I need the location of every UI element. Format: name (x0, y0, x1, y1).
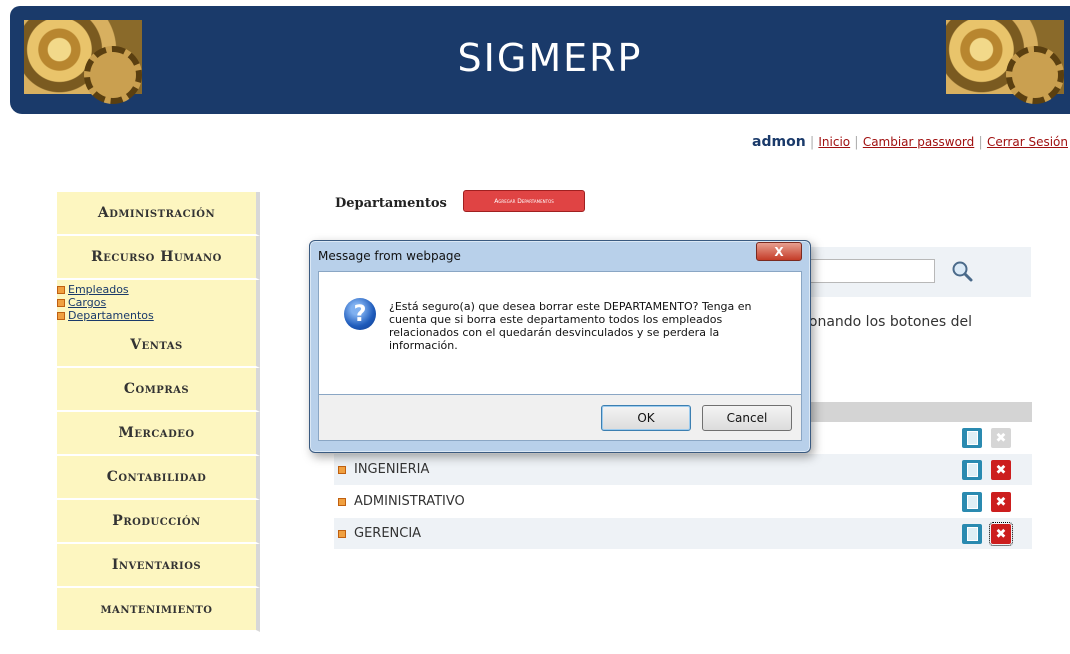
delete-icon[interactable]: ✖ (989, 522, 1013, 546)
ok-button[interactable]: OK (601, 405, 691, 431)
menu-item-recurso-humano[interactable]: Recurso Humano (57, 236, 260, 280)
table-row: INGENIERIA ✖ (334, 454, 1032, 485)
menu-item-contabilidad[interactable]: Contabilidad (57, 456, 260, 500)
dialog-title: Message from webpage (318, 249, 461, 263)
gear-logo-right (946, 20, 1064, 104)
table-row: GERENCIA ✖ (334, 518, 1032, 549)
app-title: SIGMERP (457, 36, 643, 80)
department-name: GERENCIA (354, 526, 422, 541)
bullet-icon (338, 465, 346, 474)
menu-item-administracion[interactable]: Administración (57, 192, 260, 236)
sidebar: Administración Recurso Humano Empleados … (57, 192, 260, 632)
confirm-dialog: Message from webpage X ? ¿Está seguro(a)… (309, 240, 811, 453)
menu-item-inventarios[interactable]: Inventarios (57, 544, 260, 588)
page-title: Departamentos (335, 196, 447, 211)
menu-item-ventas[interactable]: Ventas (57, 324, 260, 368)
question-icon: ? (344, 298, 376, 330)
edit-icon[interactable] (962, 460, 982, 480)
user-bar: admon | Inicio | Cambiar password | Cerr… (752, 134, 1068, 150)
search-input[interactable] (810, 259, 935, 283)
search-icon[interactable] (950, 259, 974, 283)
separator: | (978, 135, 983, 150)
bullet-icon (338, 529, 346, 538)
edit-icon[interactable] (962, 492, 982, 512)
edit-icon[interactable] (962, 428, 982, 448)
dialog-message: ¿Está seguro(a) que desea borrar este DE… (389, 300, 752, 352)
submenu-item-departamentos[interactable]: Departamentos (57, 309, 256, 322)
menu-item-produccion[interactable]: Producción (57, 500, 260, 544)
delete-icon[interactable]: ✖ (991, 460, 1011, 480)
menu-item-mercadeo[interactable]: Mercadeo (57, 412, 260, 456)
department-name: INGENIERIA (354, 462, 430, 477)
submenu-item-empleados[interactable]: Empleados (57, 283, 256, 296)
bullet-icon (57, 285, 65, 294)
home-link[interactable]: Inicio (818, 135, 850, 149)
submenu-recurso-humano: Empleados Cargos Departamentos (57, 280, 260, 324)
delete-icon[interactable]: ✖ (991, 428, 1011, 448)
username: admon (752, 134, 806, 150)
site-header: SIGMERP (10, 6, 1070, 114)
bullet-icon (57, 311, 65, 320)
separator: | (809, 135, 815, 150)
dialog-body: ? ¿Está seguro(a) que desea borrar este … (318, 271, 802, 395)
logout-link[interactable]: Cerrar Sesión (987, 135, 1068, 149)
table-row: ADMINISTRATIVO ✖ (334, 486, 1032, 517)
change-password-link[interactable]: Cambiar password (863, 135, 974, 149)
delete-icon[interactable]: ✖ (991, 492, 1011, 512)
submenu-item-cargos[interactable]: Cargos (57, 296, 256, 309)
separator: | (854, 135, 859, 150)
menu-item-compras[interactable]: Compras (57, 368, 260, 412)
dialog-footer: OK Cancel (318, 395, 802, 441)
add-department-button[interactable]: Agregar Departamentos (463, 190, 585, 212)
edit-icon[interactable] (962, 524, 982, 544)
bullet-icon (338, 497, 346, 506)
help-text: ionando los botones del (805, 314, 973, 330)
menu-item-mantenimiento[interactable]: mantenimiento (57, 588, 260, 632)
bullet-icon (57, 298, 65, 307)
department-name: ADMINISTRATIVO (354, 494, 465, 509)
gear-logo-left (24, 20, 142, 104)
cancel-button[interactable]: Cancel (702, 405, 792, 431)
close-button[interactable]: X (756, 242, 802, 261)
search-area (805, 247, 1031, 297)
